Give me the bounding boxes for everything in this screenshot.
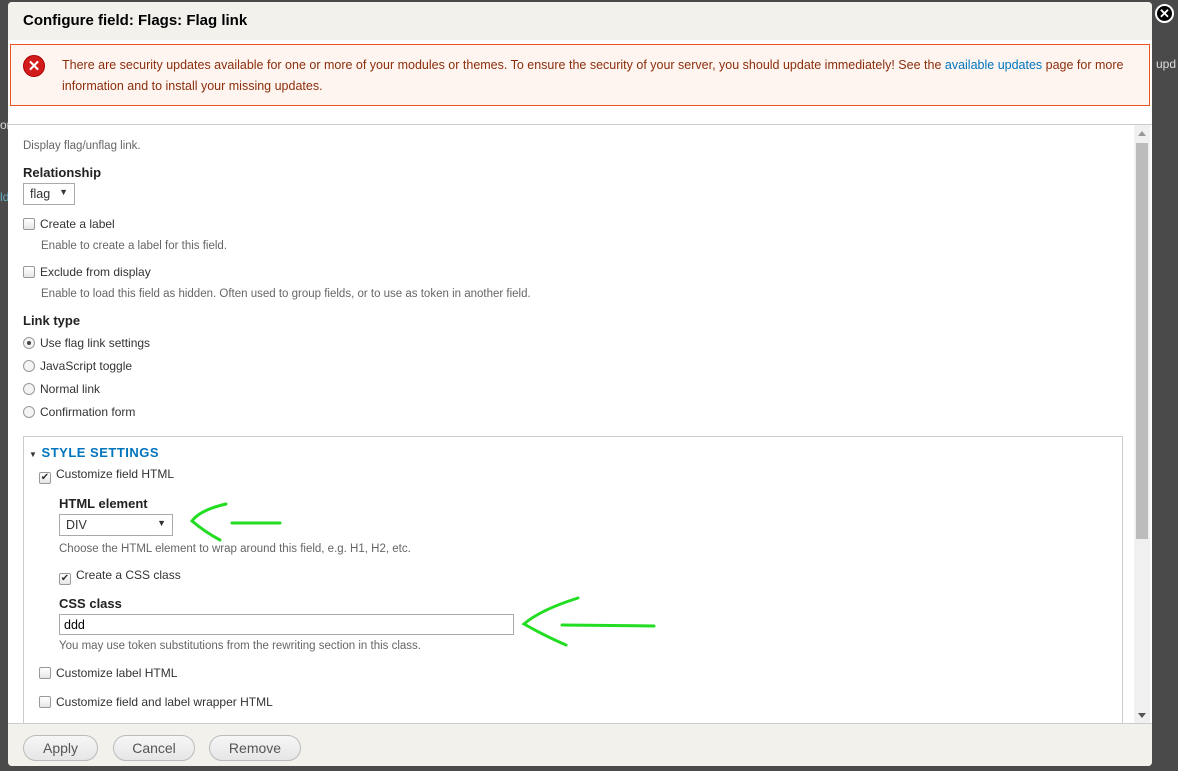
green-arrow-annotation bbox=[521, 596, 656, 647]
green-arrow-annotation bbox=[189, 502, 282, 542]
annotation-arrows bbox=[189, 502, 656, 647]
